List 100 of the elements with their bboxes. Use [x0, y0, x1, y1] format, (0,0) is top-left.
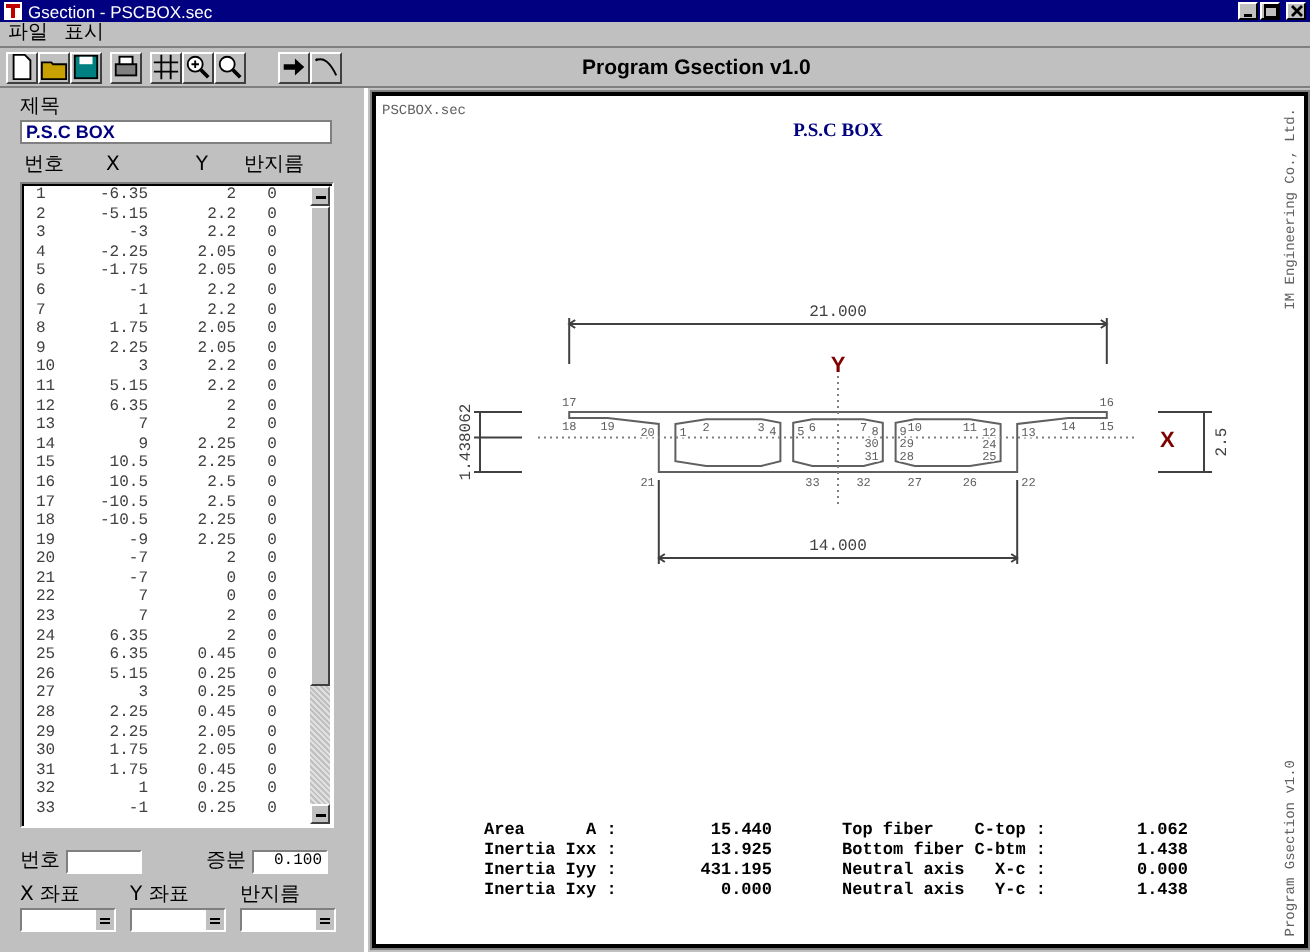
- program-title: Program Gsection v1.0: [582, 55, 811, 79]
- spinner-field[interactable]: [240, 908, 336, 932]
- table-cell-text: 2.25: [107, 339, 148, 359]
- table-cell-text: 16: [34, 473, 58, 493]
- table-cell-text: 2: [224, 397, 236, 417]
- table-cell-text: 0: [265, 704, 279, 724]
- table-cell-text: -1.75: [97, 262, 148, 282]
- spinner-label: Y 좌표: [130, 884, 191, 906]
- table-cell-text: 0: [265, 281, 279, 302]
- property-value: 13.925: [708, 840, 772, 860]
- table-cell-text: 6.35: [107, 397, 148, 417]
- height-dimension-line: [473, 411, 523, 473]
- table-cell-text: 6.35: [107, 646, 148, 666]
- table-cell-text: 0: [265, 569, 279, 589]
- table-cell-text: 0: [265, 512, 279, 532]
- minimize-button[interactable]: [1238, 2, 1258, 20]
- title-field[interactable]: P.S.C BOX: [20, 120, 332, 144]
- property-label: Inertia Ixy :: [484, 880, 619, 900]
- table-cell-text: -1: [126, 800, 148, 820]
- table-cell-text: 6: [34, 281, 48, 302]
- property-label: Neutral axis X-c :: [840, 860, 1046, 880]
- table-cell-text: 33: [34, 800, 58, 820]
- table-cell-text: 10: [34, 358, 58, 378]
- table-cell-text: 2.5: [205, 493, 236, 513]
- app-icon: [4, 2, 22, 20]
- table-cell-text: 13: [34, 416, 58, 436]
- table-cell-text: -3: [126, 224, 148, 244]
- table-cell-text: 0.25: [195, 800, 236, 820]
- floppy-disk-button[interactable]: [70, 51, 102, 83]
- table-cell-text: 2.25: [107, 704, 148, 724]
- table-cell-text: 0: [265, 186, 279, 206]
- spinner-field[interactable]: [20, 908, 116, 932]
- table-cell-text: 2.25: [195, 454, 236, 474]
- column-header: 번호: [24, 154, 64, 176]
- table-cell-text: 0.45: [195, 761, 236, 781]
- table-cell-text: 2: [224, 186, 236, 206]
- table-cell-text: 24: [34, 627, 58, 647]
- table-cell-text: 0: [265, 358, 279, 378]
- table-cell-text: 2.05: [195, 243, 236, 263]
- table-cell-text: 23: [34, 608, 58, 628]
- table-cell-text: 15: [34, 454, 58, 474]
- table-cell-text: 0: [265, 377, 279, 398]
- property-value: 431.195: [698, 860, 772, 880]
- printer-button[interactable]: [110, 51, 142, 83]
- table-cell-text: 0: [265, 588, 279, 609]
- number-field[interactable]: [66, 849, 142, 873]
- table-cell-text: 0: [265, 800, 279, 820]
- table-cell-text: 1: [34, 186, 48, 206]
- table-cell-text: 2: [224, 608, 236, 628]
- menu-item[interactable]: 파일: [8, 22, 48, 46]
- table-cell-text: 0: [265, 262, 279, 282]
- table-cell-text: 1: [136, 780, 148, 800]
- spinner-field[interactable]: [130, 908, 226, 932]
- grid-button[interactable]: [150, 51, 182, 83]
- property-value: 0.000: [1134, 860, 1188, 880]
- scroll-thumb[interactable]: [310, 206, 330, 686]
- table-cell-text: 8: [34, 320, 48, 340]
- table-cell-text: 1.75: [107, 320, 148, 340]
- close-button[interactable]: [1286, 2, 1306, 20]
- scrollbar[interactable]: [310, 186, 330, 824]
- curve-button[interactable]: [310, 51, 342, 83]
- table-cell-text: 3: [34, 224, 48, 244]
- property-label: Bottom fiber C-btm :: [840, 840, 1046, 860]
- table-cell-text: 0: [265, 627, 279, 647]
- table-cell-text: 5: [34, 262, 48, 282]
- table-cell-text: 20: [34, 550, 58, 570]
- table-cell-text: 22: [34, 588, 58, 609]
- menu-item[interactable]: 표시: [64, 22, 104, 46]
- search-button[interactable]: [214, 51, 246, 83]
- table-cell-text: 2.25: [195, 435, 236, 455]
- table-cell-text: 25: [34, 646, 58, 666]
- arrow-right-button[interactable]: [278, 51, 310, 83]
- maximize-button[interactable]: [1260, 2, 1280, 20]
- dash-icon: [315, 811, 325, 817]
- property-label: Top fiber C-top :: [840, 820, 1046, 840]
- table-cell-text: 0: [265, 339, 279, 359]
- zoom-in-button[interactable]: [182, 51, 214, 83]
- table-cell-text: 0: [265, 761, 279, 781]
- new-file-button[interactable]: [6, 51, 38, 83]
- table-cell-text: -6.35: [97, 186, 148, 206]
- table-cell-text: 0: [265, 742, 279, 762]
- table-cell-text: 0.25: [195, 684, 236, 705]
- column-header: 반지름: [243, 154, 304, 176]
- table-cell-text: 2.25: [107, 723, 148, 743]
- table-cell-text: 9: [136, 435, 148, 455]
- table-cell-text: -10.5: [97, 512, 148, 532]
- folder-button[interactable]: [38, 51, 70, 83]
- increment-field[interactable]: 0.100: [252, 849, 328, 873]
- table-cell-text: 31: [34, 761, 58, 781]
- spinner-label: X 좌표: [20, 884, 83, 906]
- y-axis-label: Y: [830, 354, 846, 378]
- table-cell-text: 29: [34, 723, 58, 743]
- table-cell-text: -7: [126, 569, 148, 589]
- table-cell-text: 18: [34, 512, 58, 532]
- number-label: 번호: [20, 850, 60, 872]
- table-cell-text: -2.25: [97, 243, 148, 263]
- table-cell-text: 2.05: [195, 320, 236, 340]
- table-cell-text: 10.5: [107, 473, 148, 493]
- table-cell-text: 7: [136, 416, 148, 436]
- window-title: Gsection - PSCBOX.sec: [28, 1, 213, 21]
